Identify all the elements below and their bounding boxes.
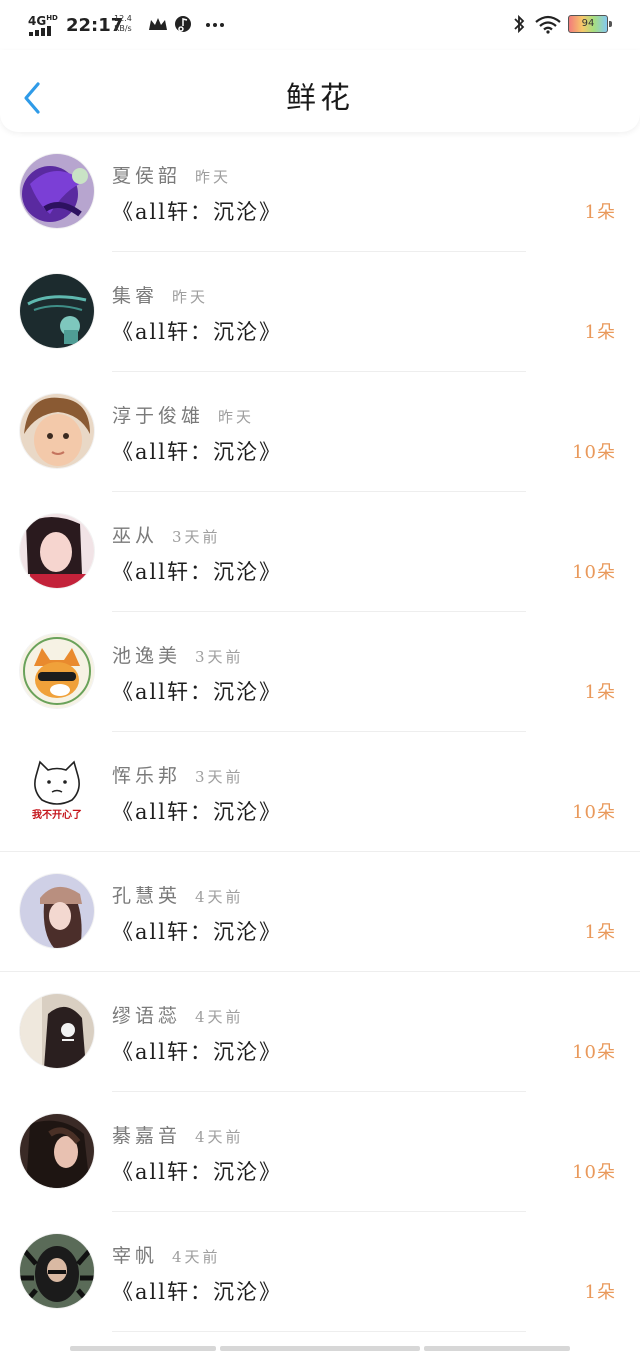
flower-gift-list: 夏侯韶 昨天 《all轩：沉沦》 1朵 集睿 昨天 《all轩：沉沦》 1朵 淳… xyxy=(0,132,640,1332)
sender-name: 夏侯韶 xyxy=(112,165,182,187)
sender-line: 缪语蕊 4天前 xyxy=(112,1002,244,1030)
flower-count: 10朵 xyxy=(572,1162,616,1183)
book-title: 《all轩：沉沦》 xyxy=(112,1160,282,1184)
sender-name: 綦嘉音 xyxy=(112,1125,182,1147)
list-item[interactable]: 綦嘉音 4天前 《all轩：沉沦》 10朵 xyxy=(0,1092,640,1212)
sender-line: 孔慧英 4天前 xyxy=(112,882,244,910)
sender-line: 集睿 昨天 xyxy=(112,282,208,310)
sent-time: 3天前 xyxy=(172,528,221,546)
network-speed: 12.4 KB/s xyxy=(114,14,132,33)
list-item[interactable]: 巫从 3天前 《all轩：沉沦》 10朵 xyxy=(0,492,640,612)
sender-name: 淳于俊雄 xyxy=(112,405,205,427)
sent-time: 3天前 xyxy=(195,768,244,786)
wifi-icon xyxy=(535,15,561,34)
scroll-indicator xyxy=(424,1346,570,1351)
list-item[interactable]: 孔慧英 4天前 《all轩：沉沦》 1朵 xyxy=(0,852,640,972)
sent-time: 4天前 xyxy=(172,1248,221,1266)
sender-line: 綦嘉音 4天前 xyxy=(112,1122,244,1150)
avatar[interactable] xyxy=(20,874,94,948)
sent-time: 4天前 xyxy=(195,888,244,906)
flower-count: 10朵 xyxy=(572,562,616,583)
sent-time: 4天前 xyxy=(195,1128,244,1146)
page-title: 鲜花 xyxy=(286,81,354,116)
signal-icon xyxy=(29,26,51,36)
flower-count: 1朵 xyxy=(584,1282,616,1303)
battery-icon: 94 xyxy=(568,15,612,33)
sender-name: 集睿 xyxy=(112,285,159,307)
sent-time: 3天前 xyxy=(195,648,244,666)
flower-count: 1朵 xyxy=(584,202,616,223)
avatar[interactable]: 我不开心了 xyxy=(20,754,94,828)
divider xyxy=(112,1331,526,1332)
sender-line: 淳于俊雄 昨天 xyxy=(112,402,254,430)
avatar[interactable] xyxy=(20,634,94,708)
sender-line: 池逸美 3天前 xyxy=(112,642,244,670)
sender-name: 恽乐邦 xyxy=(112,765,182,787)
flower-count: 1朵 xyxy=(584,322,616,343)
app-header: 鲜花 xyxy=(0,50,640,132)
avatar[interactable] xyxy=(20,994,94,1068)
book-title: 《all轩：沉沦》 xyxy=(112,920,282,944)
network-indicator: 4GHD xyxy=(28,14,58,28)
avatar[interactable] xyxy=(20,514,94,588)
list-item[interactable]: 缪语蕊 4天前 《all轩：沉沦》 10朵 xyxy=(0,972,640,1092)
flower-count: 10朵 xyxy=(572,442,616,463)
sender-line: 宰帆 4天前 xyxy=(112,1242,221,1270)
list-item[interactable]: 我不开心了 恽乐邦 3天前 《all轩：沉沦》 10朵 xyxy=(0,732,640,852)
more-dots-icon xyxy=(206,23,224,27)
sent-time: 4天前 xyxy=(195,1008,244,1026)
flower-count: 10朵 xyxy=(572,1042,616,1063)
sender-name: 池逸美 xyxy=(112,645,182,667)
avatar[interactable] xyxy=(20,1114,94,1188)
sent-time: 昨天 xyxy=(195,168,232,186)
list-item[interactable]: 夏侯韶 昨天 《all轩：沉沦》 1朵 xyxy=(0,132,640,252)
book-title: 《all轩：沉沦》 xyxy=(112,320,282,344)
avatar[interactable] xyxy=(20,274,94,348)
status-bar: 4GHD 22:17 12.4 KB/s 94 xyxy=(0,0,640,50)
crown-icon xyxy=(149,18,167,30)
book-title: 《all轩：沉沦》 xyxy=(112,1040,282,1064)
sender-name: 宰帆 xyxy=(112,1245,159,1267)
sender-line: 夏侯韶 昨天 xyxy=(112,162,231,190)
avatar[interactable] xyxy=(20,394,94,468)
list-item[interactable]: 池逸美 3天前 《all轩：沉沦》 1朵 xyxy=(0,612,640,732)
flower-count: 10朵 xyxy=(572,802,616,823)
avatar-caption: 我不开心了 xyxy=(32,808,82,821)
book-title: 《all轩：沉沦》 xyxy=(112,1280,282,1304)
flower-count: 1朵 xyxy=(584,922,616,943)
music-icon xyxy=(175,16,191,32)
sender-line: 巫从 3天前 xyxy=(112,522,221,550)
scroll-indicator xyxy=(70,1346,216,1351)
list-item[interactable]: 集睿 昨天 《all轩：沉沦》 1朵 xyxy=(0,252,640,372)
list-item[interactable]: 淳于俊雄 昨天 《all轩：沉沦》 10朵 xyxy=(0,372,640,492)
bluetooth-icon xyxy=(514,14,525,34)
book-title: 《all轩：沉沦》 xyxy=(112,680,282,704)
avatar[interactable] xyxy=(20,1234,94,1308)
book-title: 《all轩：沉沦》 xyxy=(112,440,282,464)
flower-count: 1朵 xyxy=(584,682,616,703)
sender-line: 恽乐邦 3天前 xyxy=(112,762,244,790)
book-title: 《all轩：沉沦》 xyxy=(112,560,282,584)
list-item[interactable]: 宰帆 4天前 《all轩：沉沦》 1朵 xyxy=(0,1212,640,1332)
book-title: 《all轩：沉沦》 xyxy=(112,200,282,224)
avatar[interactable] xyxy=(20,154,94,228)
book-title: 《all轩：沉沦》 xyxy=(112,800,282,824)
scroll-indicator xyxy=(220,1346,420,1351)
sent-time: 昨天 xyxy=(218,408,255,426)
sender-name: 孔慧英 xyxy=(112,885,182,907)
sent-time: 昨天 xyxy=(172,288,209,306)
sender-name: 巫从 xyxy=(112,525,159,547)
sender-name: 缪语蕊 xyxy=(112,1005,182,1027)
